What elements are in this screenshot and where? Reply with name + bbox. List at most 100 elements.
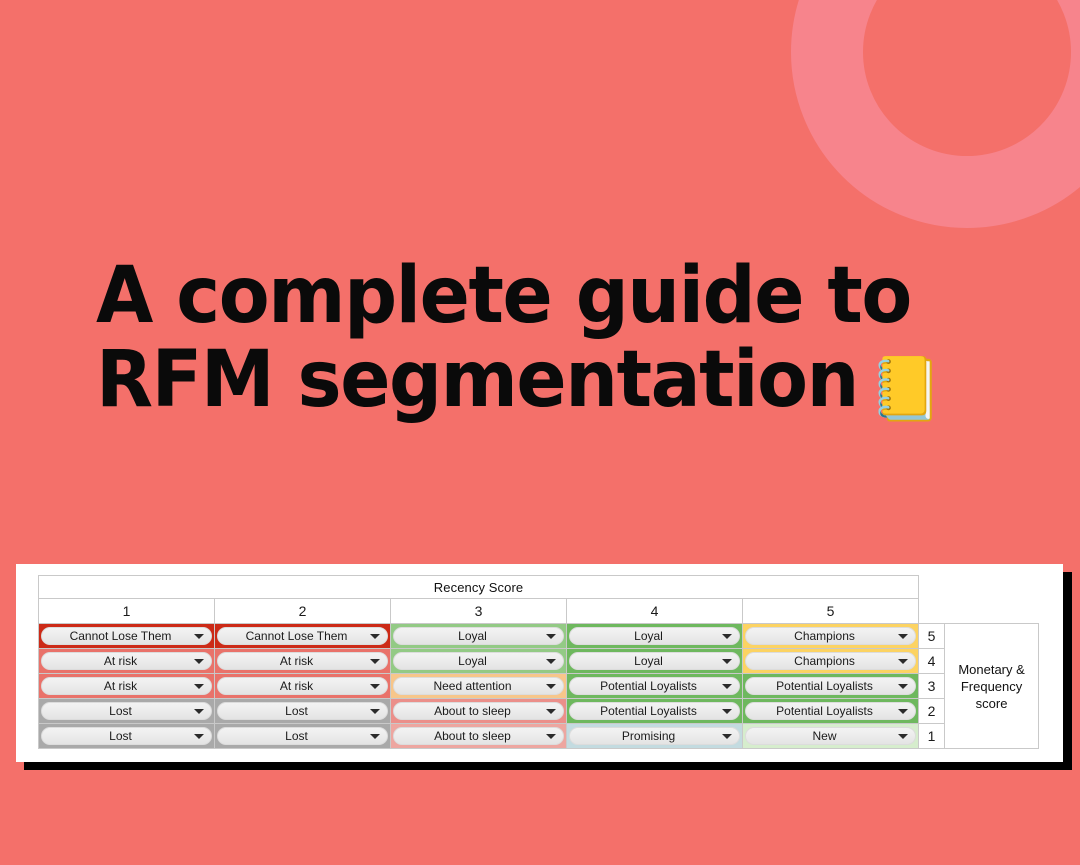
segment-label: About to sleep	[434, 704, 511, 718]
segment-chip[interactable]: Loyal	[569, 627, 740, 645]
chevron-down-icon[interactable]	[370, 709, 380, 714]
matrix-cell-r4-c4[interactable]: Loyal	[566, 648, 743, 674]
chevron-down-icon[interactable]	[194, 709, 204, 714]
segment-chip[interactable]: Potential Loyalists	[569, 702, 740, 720]
matrix-cell-r4-c1[interactable]: At risk	[38, 648, 215, 674]
monetary-header-line-2: Frequency	[960, 678, 1023, 694]
segment-label: Loyal	[634, 629, 663, 643]
matrix-cell-r4-c5[interactable]: Champions	[741, 648, 920, 674]
matrix-cell-r1-c1[interactable]: Lost	[38, 723, 215, 749]
chevron-down-icon[interactable]	[546, 634, 556, 639]
segment-chip[interactable]: Loyal	[393, 652, 564, 670]
segment-label: Promising	[621, 729, 676, 743]
table-row: Cannot Lose Them Cannot Lose Them Loyal	[38, 623, 1040, 749]
segment-chip[interactable]: Lost	[217, 727, 388, 745]
matrix-cell-r5-c1[interactable]: Cannot Lose Them	[38, 623, 215, 649]
matrix-cell-r3-c3[interactable]: Need attention	[390, 673, 567, 699]
chevron-down-icon[interactable]	[370, 659, 380, 664]
segment-chip[interactable]: Loyal	[569, 652, 740, 670]
matrix-cell-r2-c4[interactable]: Potential Loyalists	[566, 698, 743, 724]
chevron-down-icon[interactable]	[898, 634, 909, 639]
matrix-cell-r5-c2[interactable]: Cannot Lose Them	[214, 623, 391, 649]
chevron-down-icon[interactable]	[370, 634, 380, 639]
segment-chip[interactable]: Potential Loyalists	[745, 677, 917, 695]
chevron-down-icon[interactable]	[722, 734, 732, 739]
segment-label: At risk	[279, 654, 314, 668]
matrix-cell-r5-c4[interactable]: Loyal	[566, 623, 743, 649]
table-row: Lost Lost About to sleep	[38, 723, 1039, 749]
chevron-down-icon[interactable]	[898, 659, 909, 664]
chevron-down-icon[interactable]	[898, 709, 909, 714]
segment-chip[interactable]: About to sleep	[393, 702, 564, 720]
segment-label: At risk	[103, 679, 138, 693]
segment-chip[interactable]: Need attention	[393, 677, 564, 695]
table-row: At risk At risk Need attention Potential…	[38, 673, 1039, 699]
matrix-cell-r4-c3[interactable]: Loyal	[390, 648, 567, 674]
monetary-score-4: 4	[918, 648, 946, 674]
segment-chip[interactable]: Potential Loyalists	[569, 677, 740, 695]
matrix-cell-r4-c2[interactable]: At risk	[214, 648, 391, 674]
chevron-down-icon[interactable]	[546, 709, 556, 714]
chevron-down-icon[interactable]	[194, 634, 204, 639]
table-row: Lost Lost About to sleep	[38, 698, 1039, 724]
segment-label: Cannot Lose Them	[245, 629, 348, 643]
segment-chip[interactable]: At risk	[41, 652, 212, 670]
matrix-cell-r2-c3[interactable]: About to sleep	[390, 698, 567, 724]
chevron-down-icon[interactable]	[898, 684, 909, 689]
matrix-cell-r3-c4[interactable]: Potential Loyalists	[566, 673, 743, 699]
segment-label: New	[812, 729, 837, 743]
chevron-down-icon[interactable]	[722, 634, 732, 639]
matrix-cell-r1-c4[interactable]: Promising	[566, 723, 743, 749]
monetary-header-line-3: score	[975, 695, 1008, 711]
chevron-down-icon[interactable]	[722, 684, 732, 689]
chevron-down-icon[interactable]	[546, 659, 556, 664]
matrix-cell-r1-c3[interactable]: About to sleep	[390, 723, 567, 749]
matrix-cell-r2-c1[interactable]: Lost	[38, 698, 215, 724]
chevron-down-icon[interactable]	[194, 734, 204, 739]
chevron-down-icon[interactable]	[194, 684, 204, 689]
page-title-line-2: RFM segmentation	[96, 335, 859, 425]
matrix-cell-r5-c5[interactable]: Champions	[741, 623, 920, 649]
segment-label: Need attention	[433, 679, 512, 693]
segment-chip[interactable]: At risk	[217, 652, 388, 670]
segment-label: Potential Loyalists	[600, 704, 697, 718]
segment-chip[interactable]: Champions	[745, 652, 917, 670]
segment-chip[interactable]: Cannot Lose Them	[217, 627, 388, 645]
matrix-cell-r2-c2[interactable]: Lost	[214, 698, 391, 724]
page-title-line-1: A complete guide to	[96, 251, 912, 341]
segment-label: Cannot Lose Them	[69, 629, 172, 643]
recency-column-3: 3	[390, 598, 567, 624]
chevron-down-icon[interactable]	[546, 684, 556, 689]
matrix-cell-r3-c1[interactable]: At risk	[38, 673, 215, 699]
chevron-down-icon[interactable]	[194, 659, 204, 664]
segment-label: At risk	[103, 654, 138, 668]
segment-chip[interactable]: Lost	[217, 702, 388, 720]
segment-chip[interactable]: At risk	[41, 677, 212, 695]
segment-chip[interactable]: Champions	[745, 627, 917, 645]
matrix-cell-r1-c2[interactable]: Lost	[214, 723, 391, 749]
segment-label: Loyal	[458, 629, 487, 643]
segment-chip[interactable]: Lost	[41, 727, 212, 745]
segment-chip[interactable]: At risk	[217, 677, 388, 695]
segment-chip[interactable]: New	[745, 727, 917, 745]
chevron-down-icon[interactable]	[898, 734, 909, 739]
segment-chip[interactable]: Lost	[41, 702, 212, 720]
matrix-cell-r3-c2[interactable]: At risk	[214, 673, 391, 699]
matrix-cell-r1-c5[interactable]: New	[741, 723, 920, 749]
chevron-down-icon[interactable]	[370, 734, 380, 739]
segment-label: Champions	[794, 629, 855, 643]
segment-chip[interactable]: Potential Loyalists	[745, 702, 917, 720]
segment-chip[interactable]: Loyal	[393, 627, 564, 645]
matrix-cell-r2-c5[interactable]: Potential Loyalists	[741, 698, 920, 724]
segment-chip[interactable]: Promising	[569, 727, 740, 745]
segment-chip[interactable]: About to sleep	[393, 727, 564, 745]
chevron-down-icon[interactable]	[546, 734, 556, 739]
chevron-down-icon[interactable]	[722, 659, 732, 664]
chevron-down-icon[interactable]	[722, 709, 732, 714]
chevron-down-icon[interactable]	[370, 684, 380, 689]
recency-header-row: Recency Score	[37, 575, 1039, 599]
matrix-cell-r3-c5[interactable]: Potential Loyalists	[741, 673, 920, 699]
matrix-cell-r5-c3[interactable]: Loyal	[390, 623, 567, 649]
recency-score-header: Recency Score	[37, 575, 920, 599]
segment-chip[interactable]: Cannot Lose Them	[41, 627, 212, 645]
